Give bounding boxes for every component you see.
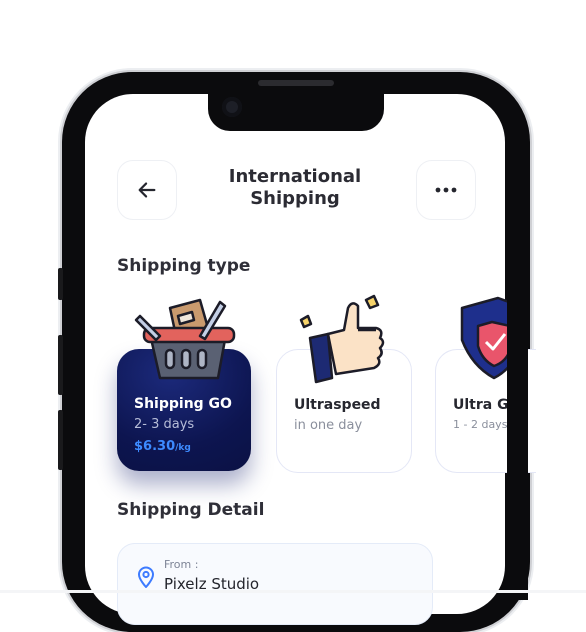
- shipping-option-name: Ultraspeed: [294, 397, 381, 413]
- phone-right-bezel: [507, 180, 528, 600]
- page-title-line1: International: [228, 166, 362, 187]
- shopping-basket-icon: [134, 298, 236, 380]
- phone-side-button: [58, 410, 63, 470]
- thumbs-up-icon: [299, 294, 385, 384]
- from-address-card[interactable]: From : Pixelz Studio: [117, 543, 433, 625]
- shipping-option-name: Shipping GO: [134, 396, 232, 412]
- shipping-option-days: 1 - 2 days: [453, 418, 508, 431]
- more-horizontal-icon: [435, 187, 457, 193]
- arrow-left-icon: [138, 182, 156, 198]
- shipping-option-price: $6.30/kg: [134, 439, 191, 454]
- phone-side-button: [58, 268, 63, 300]
- price-value: $6.30: [134, 439, 176, 454]
- price-unit: /kg: [175, 443, 191, 453]
- phone-side-button: [58, 335, 63, 395]
- phone-camera: [222, 97, 242, 117]
- page-title: International Shipping: [208, 166, 382, 210]
- shipping-option-days: 2- 3 days: [134, 417, 195, 432]
- location-pin-icon: [137, 566, 155, 588]
- shipping-option-days: in one day: [294, 418, 363, 433]
- back-button[interactable]: [117, 160, 177, 220]
- from-label: From :: [164, 558, 199, 571]
- phone-speaker: [258, 80, 334, 86]
- shipping-type-heading: Shipping type: [117, 256, 251, 276]
- more-options-button[interactable]: [416, 160, 476, 220]
- shipping-detail-heading: Shipping Detail: [117, 500, 265, 520]
- page-title-line2: Shipping: [250, 188, 340, 209]
